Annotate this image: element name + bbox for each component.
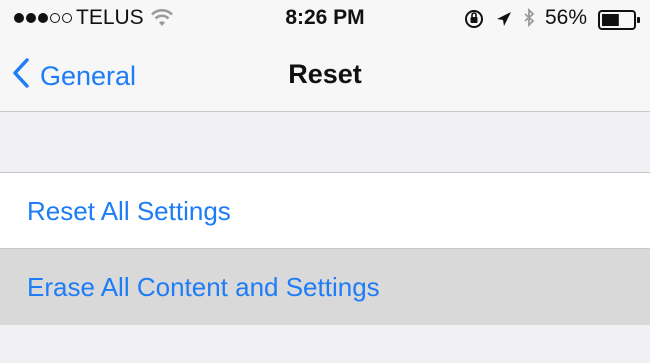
reset-all-settings-button[interactable]: Reset All Settings <box>0 173 650 249</box>
navigation-bar: General Reset <box>0 38 650 112</box>
location-icon <box>497 12 511 26</box>
list-item-label: Erase All Content and Settings <box>27 271 380 302</box>
orientation-lock-icon <box>465 10 483 28</box>
erase-all-content-button[interactable]: Erase All Content and Settings <box>0 249 650 325</box>
battery-percent: 56% <box>545 6 588 29</box>
list-item-label: Reset All Settings <box>27 195 231 226</box>
status-icons <box>463 7 543 36</box>
page-title: Reset <box>288 59 362 89</box>
reset-options-list: Reset All Settings Erase All Content and… <box>0 172 650 325</box>
status-bar: TELUS 8:26 PM 56% <box>0 0 650 38</box>
bluetooth-icon <box>524 7 535 28</box>
battery-icon <box>598 10 642 35</box>
